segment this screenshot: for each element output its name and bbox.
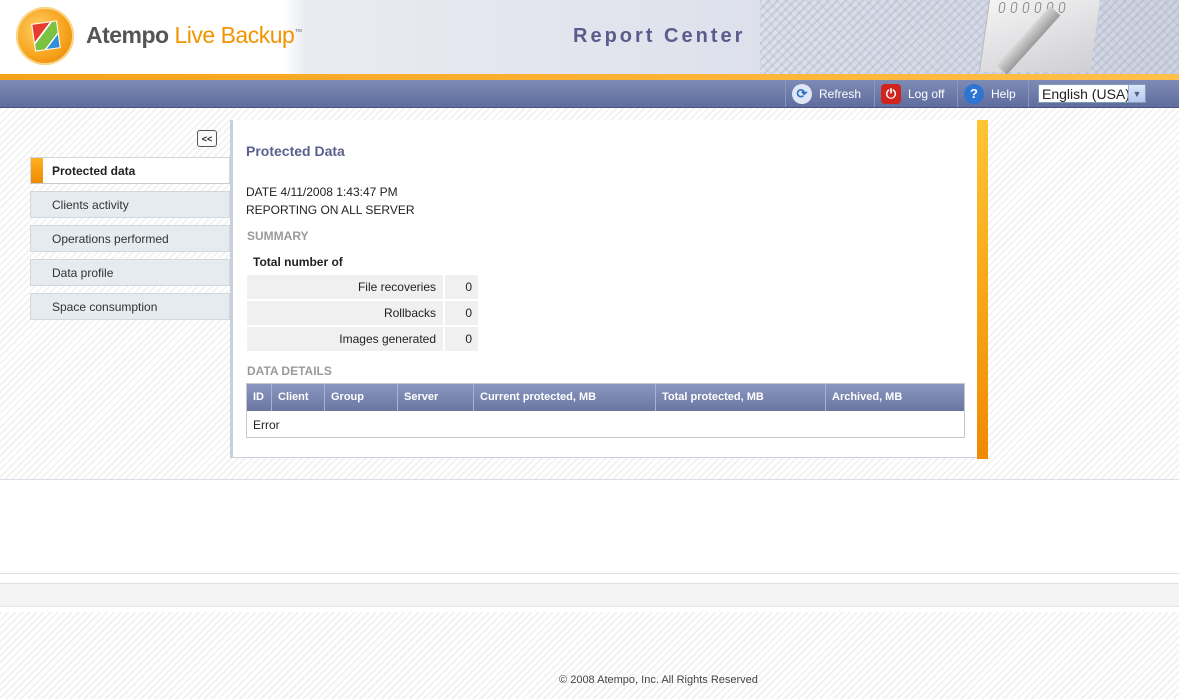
copyright-text: © 2008 Atempo, Inc. All Rights Reserved: [559, 674, 758, 686]
column-archived[interactable]: Archived, MB: [826, 384, 964, 411]
toolbar-divider: [1028, 80, 1030, 107]
language-select[interactable]: English (USA) ▼: [1038, 84, 1146, 103]
divider: [0, 573, 1179, 574]
toolbar: ⟳ Refresh ⏻ Log off ? Help: [0, 80, 1179, 108]
help-icon: ?: [964, 83, 984, 104]
column-total-protected[interactable]: Total protected, MB: [656, 384, 826, 411]
summary-value: 0: [445, 275, 478, 299]
sidebar-item-space-consumption[interactable]: Space consumption: [30, 293, 230, 320]
summary-value: 0: [445, 301, 478, 325]
column-current-protected[interactable]: Current protected, MB: [474, 384, 656, 411]
brand-name: Atempo Live Backup™: [86, 22, 302, 48]
power-icon: ⏻: [881, 83, 901, 104]
sidebar-item-clients-activity[interactable]: Clients activity: [30, 191, 230, 218]
table-header: ID Client Group Server Current protected…: [247, 384, 964, 411]
report-title: Protected Data: [246, 143, 345, 159]
sidebar-item-data-profile[interactable]: Data profile: [30, 259, 230, 286]
page-title: Report Center: [573, 25, 746, 47]
summary-value: 0: [445, 327, 478, 351]
data-details-table: ID Client Group Server Current protected…: [246, 383, 965, 438]
summary-row: File recoveries 0: [247, 275, 478, 299]
summary-row: Images generated 0: [247, 327, 478, 351]
summary-heading: SUMMARY: [247, 229, 309, 243]
atempo-logo-icon: [16, 7, 74, 65]
summary-row: Rollbacks 0: [247, 301, 478, 325]
column-id[interactable]: ID: [247, 384, 272, 411]
collapse-sidebar-button[interactable]: <<: [197, 130, 217, 147]
chevron-down-icon[interactable]: ▼: [1128, 85, 1145, 102]
table-error-message: Error: [253, 418, 280, 432]
refresh-button[interactable]: ⟳ Refresh: [785, 80, 880, 107]
help-button[interactable]: ? Help: [957, 80, 1034, 107]
collapse-icon: <<: [201, 133, 213, 144]
header-decoration: [760, 0, 1179, 74]
column-server[interactable]: Server: [398, 384, 474, 411]
details-heading: DATA DETAILS: [247, 364, 332, 378]
report-date: DATE 4/11/2008 1:43:47 PM: [246, 185, 398, 199]
summary-label: Rollbacks: [247, 301, 443, 325]
app-header: Atempo Live Backup™ Report Center: [0, 0, 1179, 75]
summary-label: Images generated: [247, 327, 443, 351]
report-panel-accent: [977, 120, 988, 459]
status-band: [0, 583, 1179, 607]
report-scope: REPORTING ON ALL SERVER: [246, 203, 415, 217]
column-client[interactable]: Client: [272, 384, 325, 411]
logoff-button[interactable]: ⏻ Log off: [874, 80, 963, 107]
column-group[interactable]: Group: [325, 384, 398, 411]
sidebar-item-operations-performed[interactable]: Operations performed: [30, 225, 230, 252]
totals-heading: Total number of: [253, 255, 343, 269]
sidebar-item-protected-data[interactable]: Protected data: [30, 157, 230, 184]
refresh-icon: ⟳: [792, 83, 812, 104]
summary-label: File recoveries: [247, 275, 443, 299]
